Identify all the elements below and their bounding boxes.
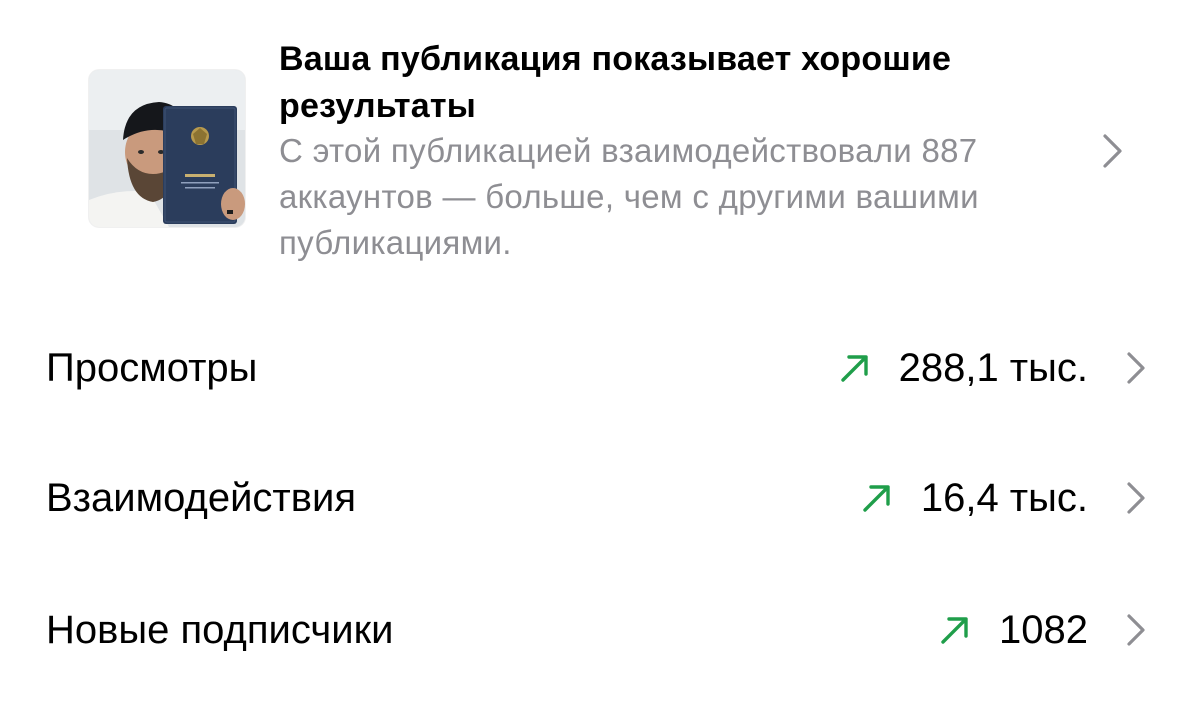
stat-value: 16,4 тыс. [920, 476, 1088, 520]
stat-label: Просмотры [46, 346, 258, 390]
trend-up-arrow-icon [937, 612, 973, 648]
trend-up-arrow-icon [859, 480, 895, 516]
post-card-description: С этой публикацией взаимодействовали 887… [279, 132, 979, 261]
stat-value: 288,1 тыс. [898, 346, 1088, 390]
stat-row-new-followers[interactable]: Новые подписчики 1082 [0, 590, 1200, 670]
chevron-right-icon[interactable] [1124, 348, 1148, 388]
chevron-right-icon[interactable] [1124, 478, 1148, 518]
chevron-right-icon[interactable] [1098, 131, 1128, 171]
stat-row-views[interactable]: Просмотры 288,1 тыс. [0, 328, 1200, 408]
stat-row-interactions[interactable]: Взаимодействия 16,4 тыс. [0, 458, 1200, 538]
stat-label: Взаимодействия [46, 476, 356, 520]
stat-label: Новые подписчики [46, 608, 394, 652]
post-insight-card[interactable]: Ваша публикация показывает хорошие резул… [0, 0, 1200, 300]
chevron-right-icon[interactable] [1124, 610, 1148, 650]
post-card-title: Ваша публикация показывает хорошие резул… [279, 40, 952, 125]
stat-value: 1082 [999, 608, 1088, 652]
post-thumbnail [89, 70, 245, 227]
trend-up-arrow-icon [837, 350, 873, 386]
